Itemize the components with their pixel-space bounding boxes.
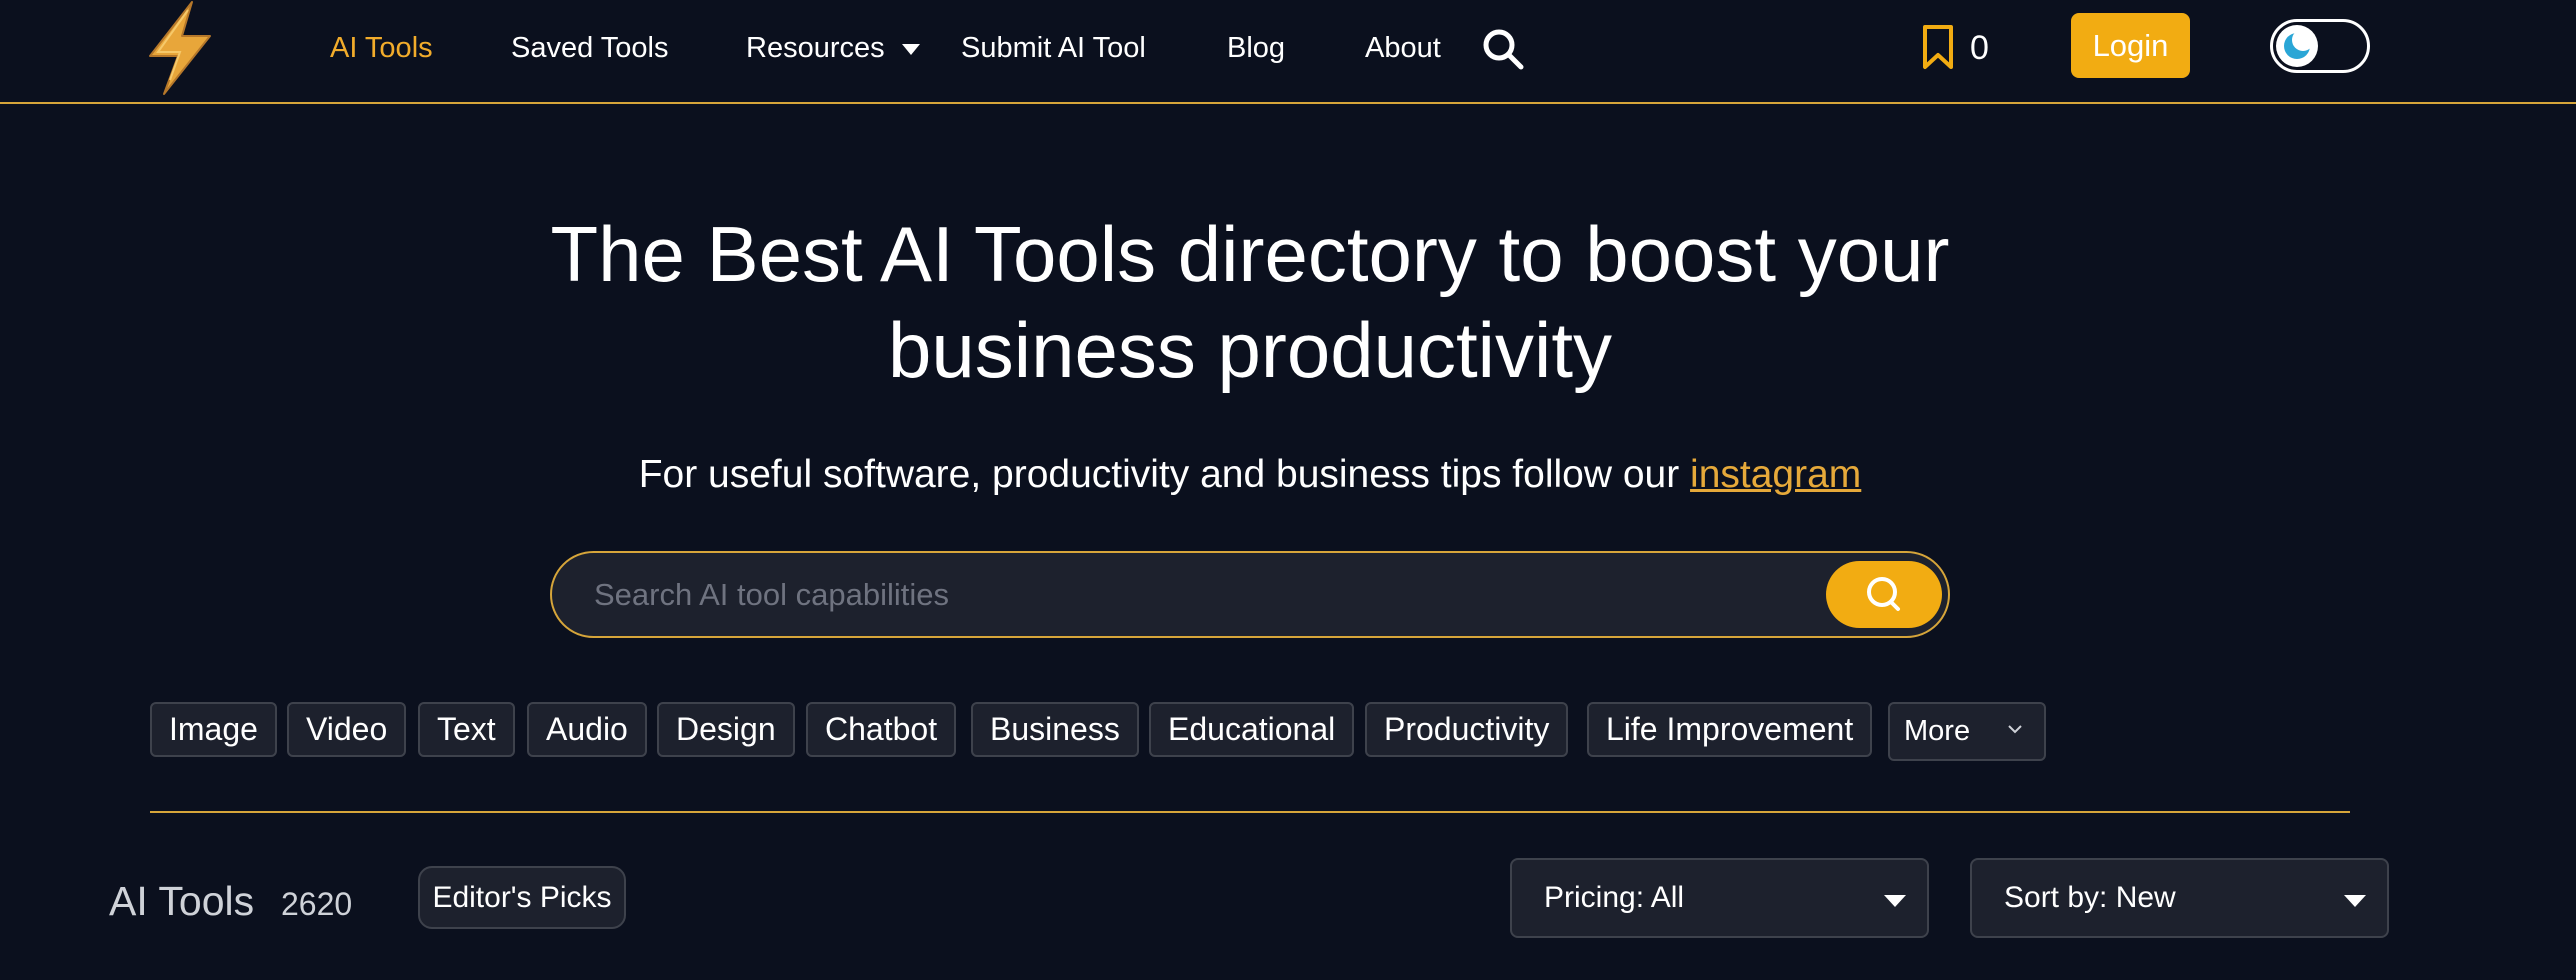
saved-count: 0 — [1970, 29, 1989, 67]
bookmark-icon[interactable] — [1922, 24, 1954, 70]
sort-select[interactable]: Sort by: New — [1970, 858, 2389, 938]
search-button[interactable] — [1826, 561, 1942, 628]
hero-title-line-2: business productivity — [887, 306, 1612, 394]
top-navigation-bar: AI Tools Saved Tools Resources Submit AI… — [0, 0, 2576, 104]
search-bar — [550, 551, 1950, 638]
pricing-filter-select[interactable]: Pricing: All — [1510, 858, 1929, 938]
category-chatbot[interactable]: Chatbot — [806, 702, 957, 757]
sort-label: Sort by: New — [2004, 881, 2176, 914]
hero-subtitle-text: For useful software, productivity and bu… — [638, 453, 1691, 496]
chevron-down-icon — [2008, 725, 2022, 734]
category-life-improvement[interactable]: Life Improvement — [1587, 702, 1873, 757]
category-educational[interactable]: Educational — [1149, 702, 1355, 757]
more-label: More — [1904, 715, 1971, 747]
category-image[interactable]: Image — [150, 702, 277, 757]
category-productivity[interactable]: Productivity — [1365, 702, 1569, 757]
editors-picks-button[interactable]: Editor's Picks — [418, 866, 626, 929]
instagram-link[interactable]: instagram — [1690, 453, 1861, 496]
search-icon[interactable] — [1480, 26, 1526, 72]
category-business[interactable]: Business — [971, 702, 1139, 757]
theme-toggle[interactable] — [2270, 19, 2370, 73]
toggle-knob — [2276, 25, 2318, 67]
category-video[interactable]: Video — [287, 702, 407, 757]
tools-heading: AI Tools — [109, 878, 255, 924]
login-button[interactable]: Login — [2071, 13, 2190, 78]
nav-ai-tools[interactable]: AI Tools — [330, 30, 433, 66]
hero-title-line-1: The Best AI Tools directory to boost you… — [550, 210, 1950, 298]
moon-icon — [2284, 29, 2314, 59]
nav-blog[interactable]: Blog — [1227, 30, 1285, 66]
search-input[interactable] — [592, 567, 1772, 623]
caret-down-icon — [2344, 895, 2366, 907]
nav-resources[interactable]: Resources — [746, 30, 885, 66]
hero-title: The Best AI Tools directory to boost you… — [0, 206, 2500, 398]
search-icon — [1867, 577, 1900, 611]
category-design[interactable]: Design — [657, 702, 795, 757]
section-divider — [150, 811, 2350, 813]
lightning-bolt-logo-icon[interactable] — [144, 0, 216, 96]
nav-submit-ai-tool[interactable]: Submit AI Tool — [961, 30, 1146, 66]
tools-count: 2620 — [281, 886, 353, 922]
caret-down-icon — [1884, 895, 1906, 907]
category-audio[interactable]: Audio — [527, 702, 647, 757]
resources-caret-down-icon[interactable] — [902, 44, 920, 55]
hero-subtitle: For useful software, productivity and bu… — [0, 450, 2500, 500]
nav-saved-tools[interactable]: Saved Tools — [511, 30, 668, 66]
category-text[interactable]: Text — [418, 702, 515, 757]
nav-about[interactable]: About — [1365, 30, 1441, 66]
pricing-filter-label: Pricing: All — [1544, 881, 1685, 914]
more-categories-dropdown[interactable]: More — [1888, 702, 2046, 761]
